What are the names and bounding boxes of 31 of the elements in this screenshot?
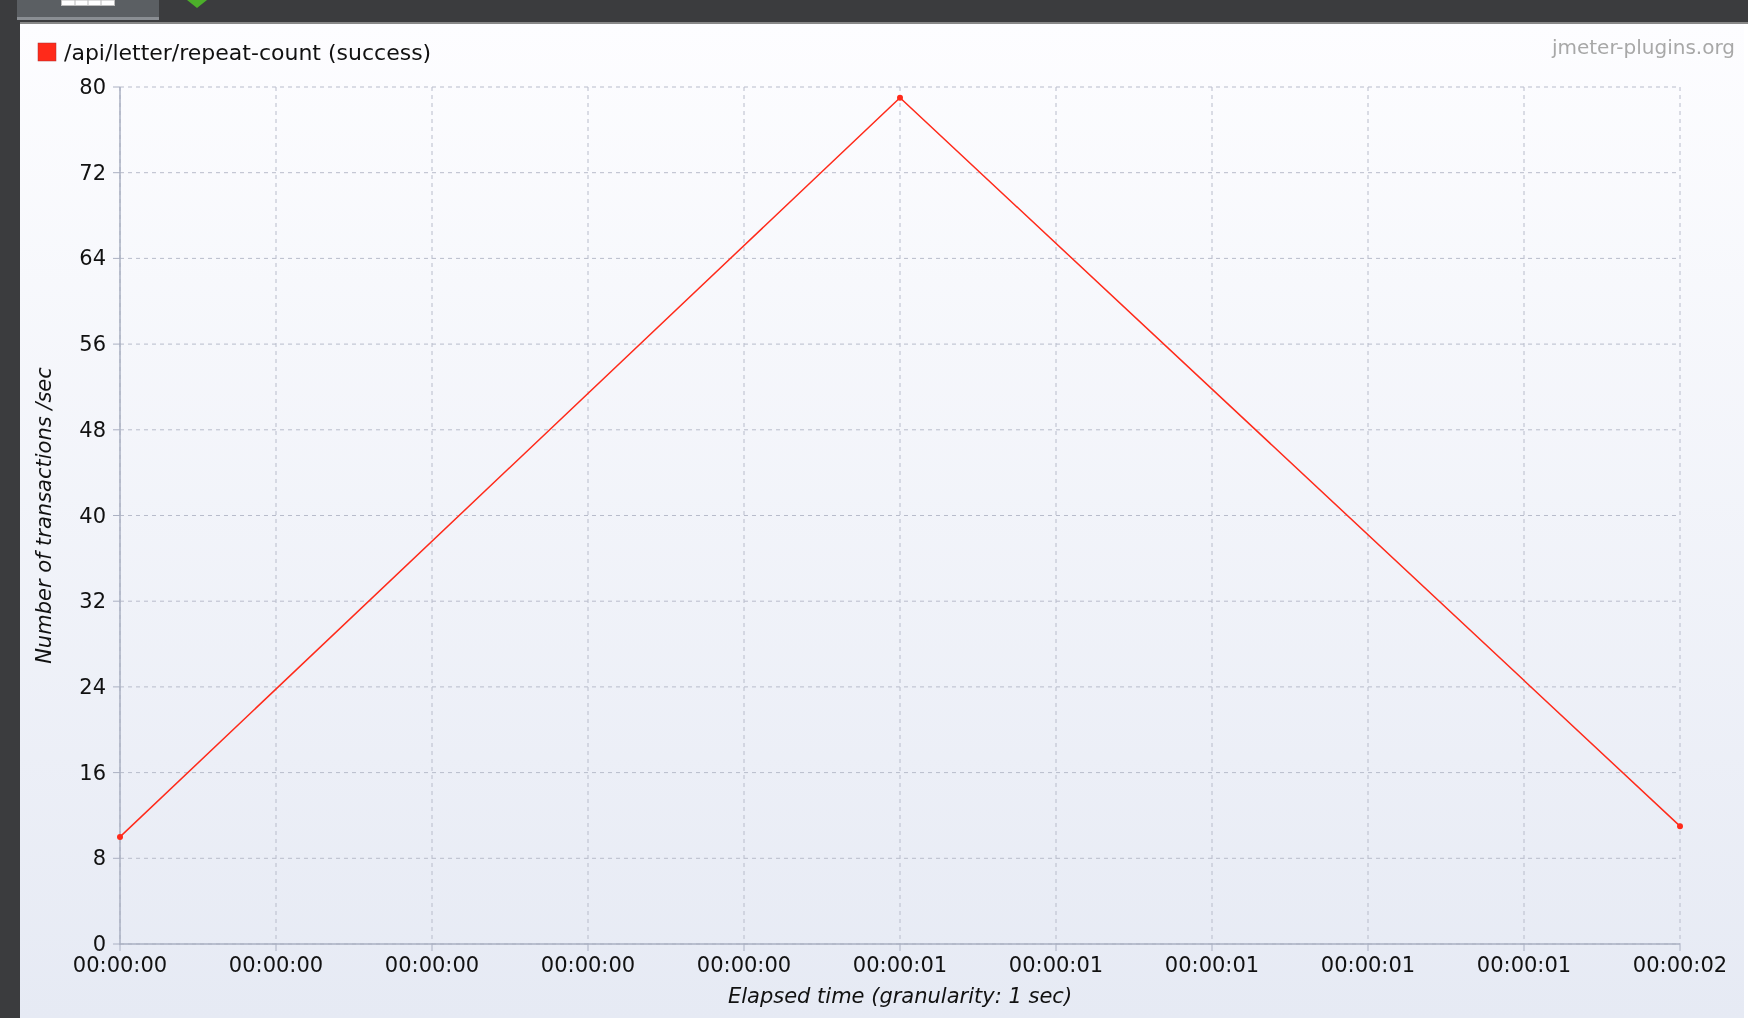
y-axis-title: Number of transactions /sec: [32, 367, 56, 664]
y-tick-label: 32: [79, 589, 106, 614]
table-icon: [61, 0, 115, 6]
data-point: [1677, 823, 1683, 830]
y-tick-label: 64: [79, 246, 106, 271]
y-tick-label: 48: [79, 417, 106, 442]
y-tick-label: 24: [79, 674, 106, 699]
x-axis-title: Elapsed time (granularity: 1 sec): [727, 984, 1073, 1008]
x-tick-label: 00:00:02: [1632, 953, 1728, 977]
x-tick-label: 00:00:01: [1008, 953, 1104, 977]
x-tick-label: 00:00:01: [1164, 953, 1260, 977]
y-tick-label: 72: [79, 160, 106, 185]
y-tick-label: 0: [92, 932, 106, 956]
x-tick-label: 00:00:00: [72, 953, 168, 977]
y-tick-label: 16: [79, 760, 106, 785]
x-tick-label: 00:00:00: [540, 953, 636, 977]
x-tick-label: 00:00:01: [1476, 953, 1572, 977]
y-tick-label: 8: [92, 846, 106, 871]
x-tick-label: 00:00:00: [696, 953, 792, 977]
data-point: [117, 833, 123, 840]
legend-label: /api/letter/repeat-count (success): [64, 40, 432, 65]
x-tick-label: 00:00:00: [384, 953, 480, 977]
y-tick-label: 80: [79, 75, 106, 99]
data-point: [897, 94, 903, 101]
x-tick-label: 00:00:01: [852, 953, 948, 977]
x-tick-label: 00:00:00: [228, 953, 324, 977]
watermark-text: jmeter-plugins.org: [1551, 35, 1735, 59]
graph-tab[interactable]: [17, 0, 159, 20]
y-tick-label: 56: [79, 332, 106, 357]
x-tick-label: 00:00:01: [1320, 953, 1416, 977]
y-tick-label: 40: [79, 503, 106, 528]
